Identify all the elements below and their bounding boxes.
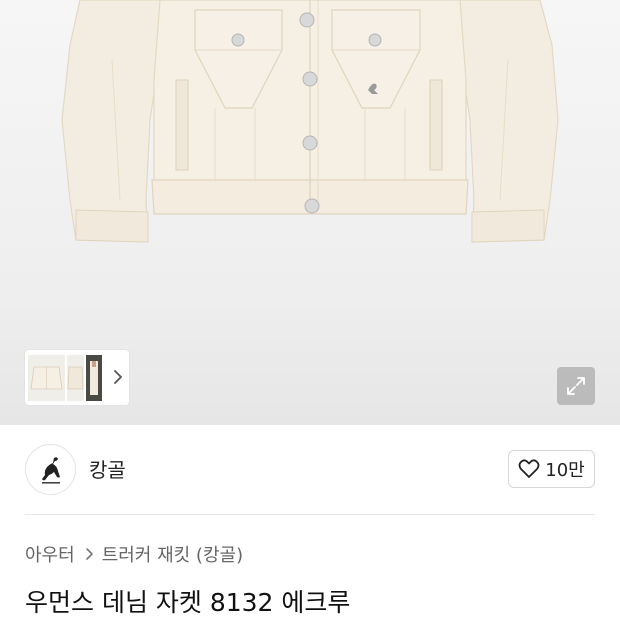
- like-count: 10만: [545, 460, 585, 481]
- product-title: 우먼스 데님 자켓 8132 에크루: [25, 588, 351, 617]
- chevron-right-icon: [85, 548, 93, 560]
- expand-icon: [567, 377, 585, 395]
- divider: [25, 514, 595, 515]
- chevron-right-icon[interactable]: [113, 368, 123, 386]
- thumbnail-1[interactable]: [28, 354, 65, 401]
- breadcrumb-category[interactable]: 아우터: [25, 541, 75, 567]
- kangaroo-logo-icon: [42, 457, 60, 484]
- heart-outline-icon: [518, 459, 540, 478]
- breadcrumb: 아우터 트러커 재킷 (캉골): [25, 541, 243, 567]
- thumbnail-3[interactable]: [86, 354, 102, 401]
- brand-name[interactable]: 캉골: [89, 454, 126, 483]
- expand-image-button[interactable]: [557, 367, 595, 405]
- brand-row: 캉골 10만: [0, 425, 620, 515]
- brand-logo[interactable]: [25, 444, 76, 495]
- breadcrumb-subcategory[interactable]: 트러커 재킷 (캉골): [102, 541, 243, 567]
- thumbnail-strip[interactable]: [25, 350, 129, 405]
- like-button[interactable]: 10만: [508, 450, 595, 488]
- product-image-area: [0, 0, 620, 425]
- thumbnail-2[interactable]: [67, 354, 84, 401]
